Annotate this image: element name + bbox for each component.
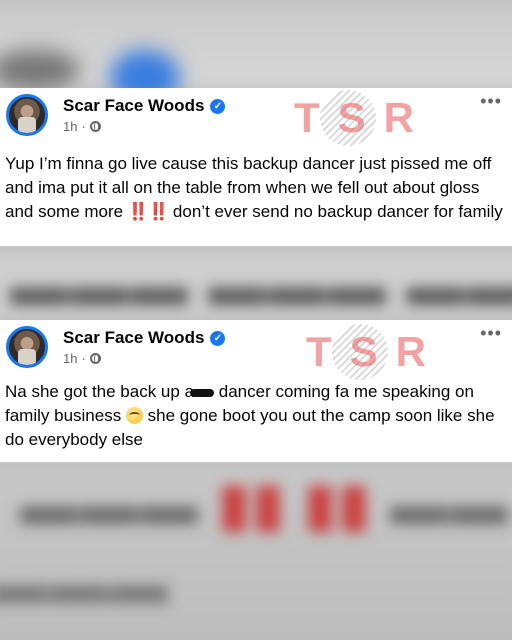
post-card: TSR Scar Face Woods ✓ 1h · ••• Yup I’m f… bbox=[0, 88, 512, 246]
eye-roll-emoji-icon bbox=[125, 407, 143, 424]
blurred-bottom-text: ▬▬▬ ▮▮ ▮▮ ▬▬ bbox=[20, 472, 511, 537]
post-text-end: don’t ever send no backup dancer for fam… bbox=[172, 202, 503, 221]
avatar[interactable] bbox=[6, 326, 48, 368]
post-time[interactable]: 1h bbox=[63, 119, 77, 134]
watermark-circle bbox=[320, 90, 376, 146]
verified-badge-icon: ✓ bbox=[210, 98, 226, 114]
post-meta: 1h · bbox=[63, 351, 101, 366]
watermark-text: TSR bbox=[294, 94, 432, 141]
verified-badge-icon: ✓ bbox=[210, 330, 226, 346]
more-options-icon[interactable]: ••• bbox=[480, 324, 502, 342]
post-text: Na she got the back up a dancer coming f… bbox=[5, 380, 504, 452]
watermark-text: TSR bbox=[306, 328, 444, 375]
post-card: TSR Scar Face Woods ✓ 1h · ••• Na she go… bbox=[0, 320, 512, 462]
avatar[interactable] bbox=[6, 94, 48, 136]
globe-icon[interactable] bbox=[89, 121, 101, 132]
meta-separator: · bbox=[81, 351, 86, 366]
blurred-bottom-text-2: ▬▬▬ bbox=[0, 551, 170, 616]
post-meta: 1h · bbox=[63, 119, 101, 134]
post-text: Yup I’m finna go live cause this backup … bbox=[5, 152, 504, 224]
blurred-middle-text: ▬▬▬ ▬▬▬ ▬▬▬ bbox=[10, 253, 512, 318]
post-time[interactable]: 1h bbox=[63, 351, 77, 366]
author-name[interactable]: Scar Face Woods bbox=[63, 328, 204, 348]
author-name[interactable]: Scar Face Woods bbox=[63, 96, 204, 116]
watermark-circle bbox=[332, 324, 388, 380]
double-exclamation-emoji: ‼️‼️ bbox=[127, 202, 169, 221]
post-text-part-1: Na she got the back up a bbox=[5, 382, 195, 401]
more-options-icon[interactable]: ••• bbox=[480, 92, 502, 110]
globe-icon[interactable] bbox=[89, 353, 101, 364]
meta-separator: · bbox=[81, 119, 86, 134]
redaction-bar bbox=[190, 388, 215, 397]
